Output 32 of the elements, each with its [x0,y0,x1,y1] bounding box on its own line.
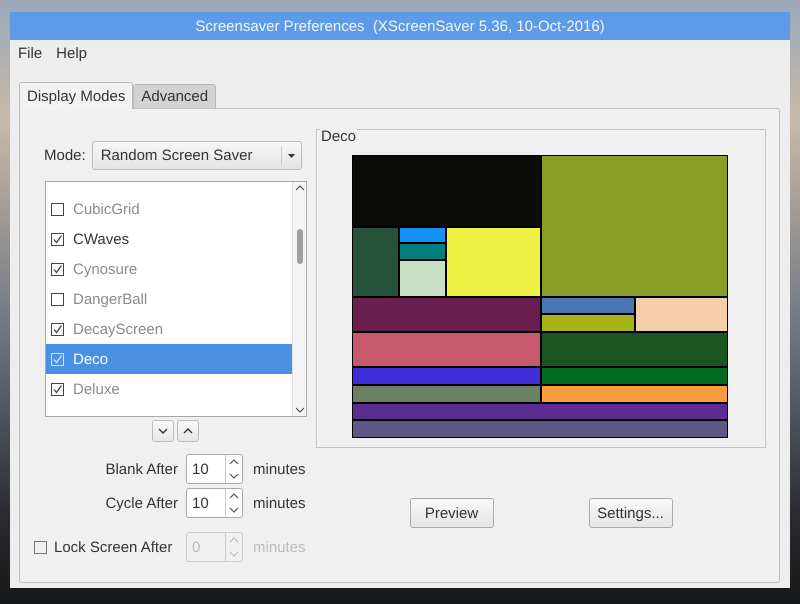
chevron-down-icon [158,428,168,434]
push-button[interactable]: Settings... [588,498,672,528]
move-up-button[interactable] [176,420,198,442]
spin-field[interactable]: 10 [186,454,243,484]
unit-label: minutes [253,494,307,512]
field-value: 10 [191,494,210,514]
menu-item[interactable]: File [18,44,42,62]
field-label: Blank After [105,460,178,478]
checkbox[interactable] [51,262,64,276]
checkbox[interactable] [51,232,64,246]
field-label: Cycle After [105,494,178,512]
chevron-up-icon [182,428,192,434]
screensaver-name[interactable]: CWaves [73,230,130,248]
checkbox[interactable] [51,292,64,306]
field-value: 10 [191,460,210,480]
push-button[interactable]: Preview [410,498,494,528]
mode-label: Mode: [44,147,86,164]
tab[interactable]: Display Modes [19,82,134,109]
move-down-button[interactable] [152,420,174,442]
tab[interactable]: Advanced [133,84,216,108]
scrollbar-thumb[interactable] [296,229,302,264]
dropdown-caret-icon [288,154,295,158]
checkbox[interactable] [51,322,64,336]
unit-label: minutes [253,460,307,478]
window-title: Screensaver Preferences (XScreenSaver 5.36, 10-Oct-2016) [10,12,790,40]
screensaver-list[interactable]: CubicGrid CWaves Cynosure DangerBall DecayScreen Deco Deluxe [45,181,307,417]
spin-field[interactable]: 10 [186,488,243,518]
mode-dropdown[interactable]: Random Screen Saver [92,141,302,170]
checkbox[interactable] [51,382,64,396]
scrollbar[interactable] [292,182,306,416]
checkbox[interactable] [51,202,64,216]
menu-item[interactable]: Help [56,44,88,62]
